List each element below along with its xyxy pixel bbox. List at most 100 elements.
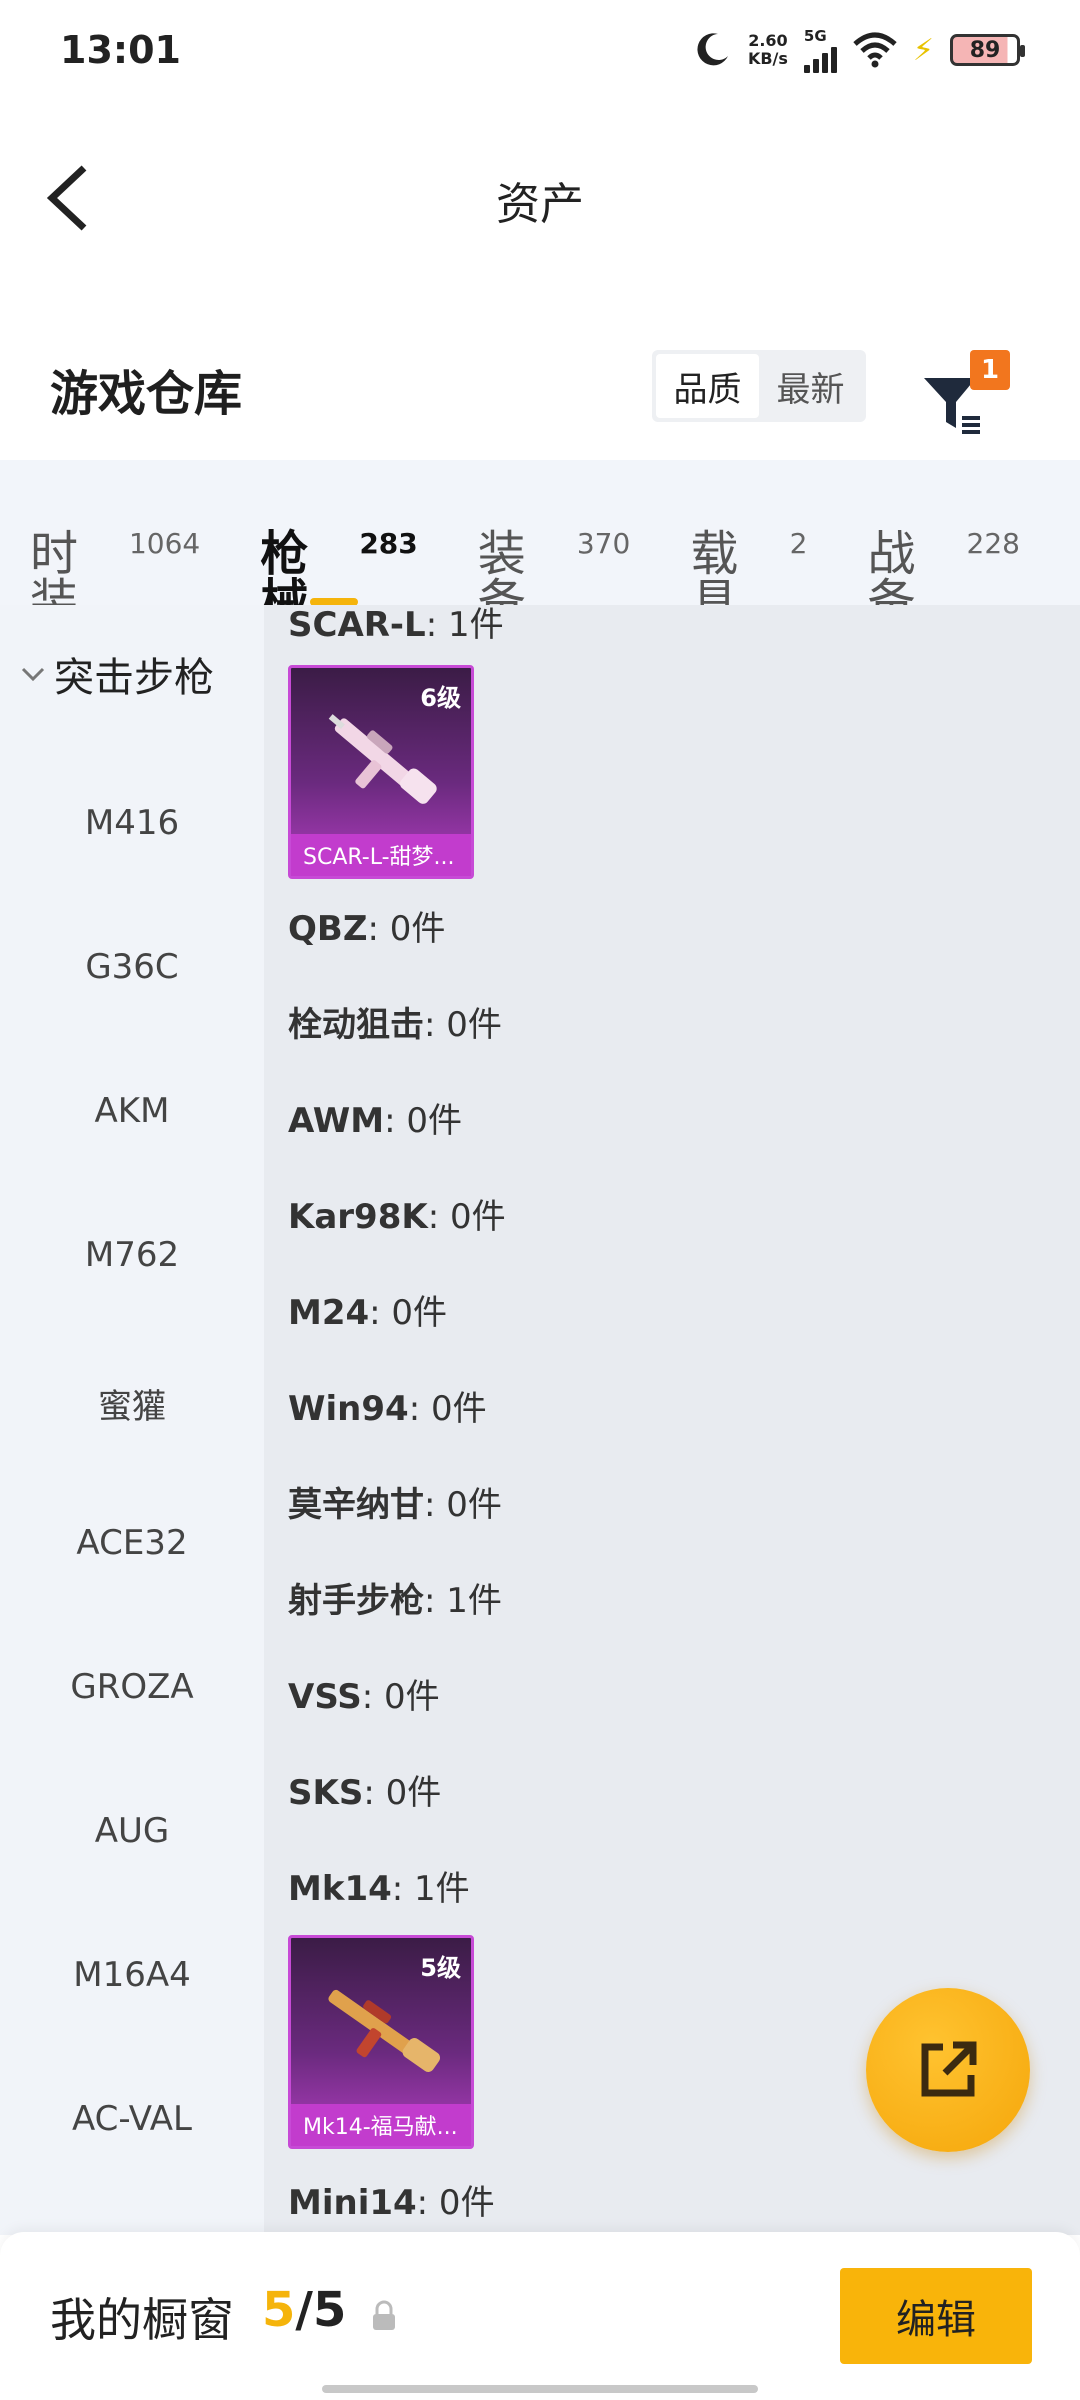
external-link-icon: [921, 2041, 977, 2097]
showcase-current: 5: [262, 2282, 296, 2338]
weapon-name: Mini14: [288, 2183, 417, 2223]
filter-badge: 1: [970, 350, 1010, 390]
weapon-row: 栓动狙击: 0件: [288, 997, 502, 1046]
tab-count: 2: [789, 526, 808, 560]
lock-icon: [373, 2300, 395, 2330]
weapon-row: Kar98K: 0件: [288, 1189, 506, 1238]
weapon-row: SCAR-L: 1件: [288, 605, 504, 646]
tab-count: 283: [359, 526, 418, 560]
status-time: 13:01: [60, 28, 181, 72]
weapon-row: M24: 0件: [288, 1285, 447, 1334]
weapon-row: 射手步枪: 1件: [288, 1573, 502, 1622]
weapon-name: 莫辛纳甘: [288, 1485, 424, 1525]
weapon-row: VSS: 0件: [288, 1669, 440, 1718]
category-tabs: 时装 1064 枪械 283 装备 370 载具 2 战备 228: [0, 460, 1080, 626]
net-speed-value: 2.60: [748, 31, 788, 50]
sort-quality-button[interactable]: 品质: [656, 354, 759, 418]
rifle-icon: [328, 1989, 441, 2072]
weapon-count: : 0件: [361, 1677, 440, 1717]
weapon-count: : 0件: [427, 1197, 506, 1237]
sidebar-item-aug[interactable]: AUG: [0, 1811, 264, 1851]
tab-firearms[interactable]: 枪械 283: [260, 488, 418, 626]
weapon-name: Win94: [288, 1389, 409, 1429]
weapon-row: SKS: 0件: [288, 1765, 441, 1814]
sidebar-item-groza[interactable]: GROZA: [0, 1667, 264, 1707]
edit-button[interactable]: 编辑: [840, 2268, 1032, 2364]
showcase-total: /5: [295, 2282, 347, 2338]
battery-icon: 89: [950, 34, 1025, 66]
weapon-skin-card[interactable]: 6级 SCAR-L-甜梦...: [288, 665, 474, 879]
battery-level: 89: [969, 37, 1001, 63]
weapon-count: : 1件: [425, 605, 504, 645]
sort-toggle: 品质 最新: [652, 350, 866, 422]
card-name: SCAR-L-甜梦...: [291, 834, 471, 876]
weapon-name: VSS: [288, 1677, 362, 1717]
weapon-row: Mk14: 1件: [288, 1861, 470, 1910]
weapon-count: : 0件: [416, 2183, 495, 2223]
rifle-icon: [328, 714, 437, 804]
weapon-name: Mk14: [288, 1869, 392, 1909]
weapon-count: : 0件: [367, 909, 446, 949]
weapon-count: : 1件: [424, 1581, 502, 1621]
sidebar-item-m416[interactable]: M416: [0, 803, 264, 843]
filter-button[interactable]: 1: [920, 350, 1010, 440]
status-icons: 2.60 KB/s 5G ⚡ 89: [692, 27, 1025, 73]
warehouse-title: 游戏仓库: [50, 366, 243, 422]
weapon-skin-card[interactable]: 5级 Mk14-福马献...: [288, 1935, 474, 2149]
weapon-row: Mini14: 0件: [288, 2175, 495, 2224]
weapon-name: SKS: [288, 1773, 364, 1813]
tab-count: 228: [966, 526, 1020, 560]
showcase-bar: 我的橱窗 5/5 编辑: [0, 2232, 1080, 2400]
net-speed-unit: KB/s: [747, 49, 788, 68]
weapon-name: 射手步枪: [288, 1581, 424, 1621]
warehouse-header: 游戏仓库 品质 最新 1: [0, 330, 1080, 450]
weapon-name: AWM: [288, 1101, 385, 1141]
weapon-name: QBZ: [288, 909, 368, 949]
tab-equipment[interactable]: 装备 370: [478, 488, 631, 626]
showcase-count: 5/5: [262, 2282, 346, 2338]
weapon-count: : 0件: [424, 1485, 502, 1525]
header: 资产: [0, 130, 1080, 260]
sort-latest-button[interactable]: 最新: [759, 354, 862, 418]
sidebar-item-m16a4[interactable]: M16A4: [0, 1955, 264, 1995]
weapon-name: SCAR-L: [288, 605, 426, 645]
weapon-count: : 0件: [424, 1005, 502, 1045]
signal-type: 5G: [803, 27, 827, 45]
share-fab-button[interactable]: [866, 1988, 1030, 2152]
weapon-row: AWM: 0件: [288, 1093, 462, 1142]
sidebar-category-assault-rifles[interactable]: 突击步枪: [20, 645, 214, 703]
sidebar-item-ac-val[interactable]: AC-VAL: [0, 2099, 264, 2139]
moon-icon: [697, 33, 728, 66]
net-speed: 2.60 KB/s: [748, 32, 788, 68]
weapon-row: 莫辛纳甘: 0件: [288, 1477, 502, 1526]
sidebar-item-akm[interactable]: AKM: [0, 1091, 264, 1131]
sidebar-item-ace32[interactable]: ACE32: [0, 1523, 264, 1563]
charging-icon: ⚡: [912, 32, 934, 68]
showcase-label: 我的橱窗: [50, 2293, 234, 2347]
sidebar-item-g36c[interactable]: G36C: [0, 947, 264, 987]
chevron-down-icon: [21, 667, 45, 682]
weapon-count: : 0件: [408, 1389, 487, 1429]
weapon-row: Win94: 0件: [288, 1381, 487, 1430]
weapon-sidebar: 突击步枪 M416 G36C AKM M762 蜜獾 ACE32 GROZA A…: [0, 605, 264, 2235]
sidebar-item-m762[interactable]: M762: [0, 1235, 264, 1275]
tab-combat-supplies[interactable]: 战备 228: [867, 488, 1020, 626]
weapon-count: : 0件: [369, 1293, 448, 1333]
weapon-count: : 0件: [363, 1773, 442, 1813]
tab-fashion[interactable]: 时装 1064: [30, 488, 201, 626]
tab-vehicles[interactable]: 载具 2: [690, 488, 808, 626]
page-title: 资产: [496, 179, 584, 230]
home-indicator[interactable]: [322, 2385, 758, 2393]
tab-count: 370: [576, 526, 631, 560]
sidebar-category-label: 突击步枪: [54, 655, 214, 701]
weapon-count: : 0件: [384, 1101, 463, 1141]
wifi-icon: [853, 32, 897, 68]
card-name: Mk14-福马献...: [291, 2104, 471, 2146]
sidebar-item-honey-badger[interactable]: 蜜獾: [0, 1379, 264, 1428]
weapon-name: Kar98K: [288, 1197, 428, 1237]
weapon-row: QBZ: 0件: [288, 901, 445, 950]
weapon-name: M24: [288, 1293, 370, 1333]
tab-count: 1064: [128, 526, 201, 560]
signal-bars-icon: [803, 45, 837, 73]
cellular-signal: 5G: [803, 27, 837, 73]
